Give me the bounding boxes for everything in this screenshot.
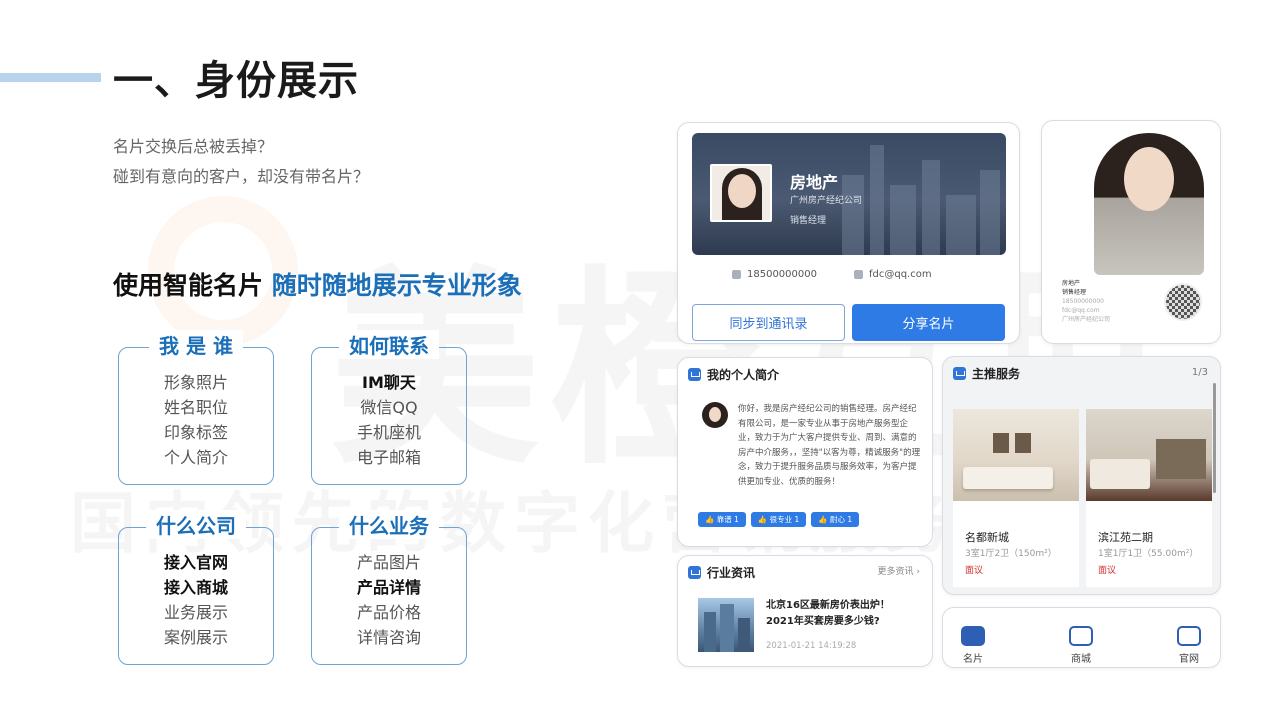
avatar [702, 402, 728, 428]
headline-highlight: 随时随地展示专业形象 [271, 271, 522, 300]
property-image [953, 409, 1079, 501]
services-page-indicator: 1/3 [1191, 367, 1208, 378]
feature-box-who: 我 是 谁 形象照片 姓名职位 印象标签 个人简介 [118, 330, 274, 485]
shop-icon [1069, 626, 1093, 646]
page-title: 一、身份展示 [113, 58, 359, 104]
feature-item: 详情咨询 [356, 628, 421, 647]
nav-item-website[interactable]: 官网 [1169, 626, 1209, 665]
impression-tag[interactable]: 👍 很专业 1 [750, 512, 807, 527]
website-icon [1177, 626, 1201, 646]
portrait-phone: 18500000000 [1062, 298, 1104, 305]
feature-item: 业务展示 [163, 603, 228, 622]
profile-icon [688, 368, 701, 381]
feature-title: 我 是 谁 [149, 330, 243, 359]
qr-code-icon[interactable] [1164, 283, 1202, 321]
feature-item: 接入官网 [163, 553, 228, 572]
news-title[interactable]: 北京16区最新房价表出炉！2021年买套房要多少钱? [766, 598, 892, 630]
property-image [1086, 409, 1212, 501]
card-icon [961, 626, 985, 646]
nav-item-shop[interactable]: 商城 [1061, 626, 1101, 665]
portrait-card: 房地产 销售经理 18500000000 fdc@qq.com 广州房产经纪公司 [1041, 120, 1221, 344]
intro-text: 名片交换后总被丢掉？ 碰到有意向的客户，却没有带名片？ [113, 132, 369, 192]
profile-heading-text: 我的个人简介 [707, 368, 780, 382]
profile-card: 我的个人简介 你好，我是房产经纪公司的销售经理。房产经纪有限公司，是一家专业从事… [677, 357, 933, 547]
card-company: 广州房产经纪公司 [790, 196, 863, 206]
card-position: 销售经理 [790, 216, 827, 226]
title-accent-bar [0, 73, 101, 82]
intro-line: 碰到有意向的客户，却没有带名片？ [113, 167, 370, 186]
card-email[interactable]: fdc@qq.com [854, 269, 932, 280]
share-card-button[interactable]: 分享名片 [852, 304, 1005, 341]
phone-icon [732, 270, 741, 279]
feature-item: 形象照片 [163, 373, 228, 392]
intro-line: 名片交换后总被丢掉？ [113, 137, 274, 156]
portrait-photo [1094, 133, 1204, 275]
feature-item: 手机座机 [356, 423, 421, 442]
services-heading: 主推服务 [953, 365, 1020, 382]
mail-icon [854, 270, 863, 279]
business-card: 房地产 广州房产经纪公司 销售经理 18500000000 fdc@qq.com… [677, 122, 1020, 344]
news-heading: 行业资讯 [688, 564, 755, 581]
property-price: 面议 [965, 566, 984, 576]
feature-item: 电子邮箱 [356, 448, 421, 467]
card-phone[interactable]: 18500000000 [732, 269, 817, 280]
property-name: 滨江苑二期 [1098, 531, 1153, 544]
feature-item: 产品价格 [356, 603, 421, 622]
feature-item: 案例展示 [163, 628, 228, 647]
feature-item: 个人简介 [163, 448, 228, 467]
feature-item: IM聊天 [362, 373, 416, 392]
portrait-position: 销售经理 [1062, 289, 1087, 296]
property-name: 名都新城 [965, 531, 1009, 544]
feature-item: 接入商城 [163, 578, 228, 597]
headline: 使用智能名片 随时随地展示专业形象 [113, 266, 522, 302]
business-card-banner: 房地产 广州房产经纪公司 销售经理 [692, 133, 1006, 255]
service-item[interactable]: 名都新城 3室1厅2卫（150m²） 面议 [953, 409, 1079, 587]
services-heading-text: 主推服务 [972, 367, 1021, 381]
feature-item: 产品详情 [356, 578, 421, 597]
impression-tag[interactable]: 👍 耐心 1 [811, 512, 860, 527]
news-icon [688, 566, 701, 579]
feature-title: 什么公司 [146, 510, 246, 539]
services-icon [953, 367, 966, 380]
feature-item: 印象标签 [163, 423, 228, 442]
portrait-email: fdc@qq.com [1062, 307, 1100, 314]
property-price: 面议 [1098, 566, 1117, 576]
feature-item: 产品图片 [356, 553, 421, 572]
portrait-info: 房地产 销售经理 18500000000 fdc@qq.com 广州房产经纪公司 [1062, 279, 1110, 324]
impression-tag[interactable]: 👍 靠谱 1 [698, 512, 746, 527]
property-spec: 1室1厅1卫（55.00m²） [1098, 549, 1199, 559]
scrollbar[interactable] [1213, 383, 1216, 493]
news-thumbnail [698, 598, 754, 652]
nav-item-card[interactable]: 名片 [953, 626, 993, 665]
feature-title: 什么业务 [339, 510, 439, 539]
service-item[interactable]: 滨江苑二期 1室1厅1卫（55.00m²） 面议 [1086, 409, 1212, 587]
feature-box-contact: 如何联系 IM聊天 微信QQ 手机座机 电子邮箱 [311, 330, 467, 485]
portrait-company: 广州房产经纪公司 [1062, 316, 1111, 323]
card-name: 房地产 [790, 173, 839, 192]
news-time: 2021-01-21 14:19:28 [766, 641, 857, 651]
profile-text: 你好，我是房产经纪公司的销售经理。房产经纪有限公司，是一家专业从事于房地产服务型… [738, 404, 921, 487]
news-card: 行业资讯 更多资讯 › 北京16区最新房价表出炉！2021年买套房要多少钱? 2… [677, 555, 933, 667]
feature-item: 姓名职位 [163, 398, 228, 417]
impression-tags: 👍 靠谱 1 👍 很专业 1 👍 耐心 1 [698, 512, 860, 527]
headline-main: 使用智能名片 [113, 271, 264, 300]
news-heading-text: 行业资讯 [707, 566, 756, 580]
nav-label: 名片 [963, 654, 983, 665]
profile-heading: 我的个人简介 [688, 366, 779, 383]
nav-label: 官网 [1179, 654, 1199, 665]
sync-contacts-button[interactable]: 同步到通讯录 [692, 304, 845, 341]
feature-box-company: 什么公司 接入官网 接入商城 业务展示 案例展示 [118, 510, 274, 665]
feature-box-business: 什么业务 产品图片 产品详情 产品价格 详情咨询 [311, 510, 467, 665]
nav-label: 商城 [1071, 654, 1091, 665]
services-card: 主推服务 1/3 名都新城 3室1厅2卫（150m²） 面议 滨江苑二期 1室1… [942, 356, 1221, 595]
feature-title: 如何联系 [339, 330, 439, 359]
portrait-name: 房地产 [1062, 280, 1081, 287]
feature-item: 微信QQ [360, 398, 418, 417]
more-news-link[interactable]: 更多资讯 › [878, 564, 920, 577]
bottom-nav: 名片 商城 官网 [942, 607, 1221, 668]
email-value: fdc@qq.com [869, 269, 932, 280]
phone-value: 18500000000 [747, 269, 817, 280]
avatar [710, 164, 772, 222]
property-spec: 3室1厅2卫（150m²） [965, 549, 1057, 559]
